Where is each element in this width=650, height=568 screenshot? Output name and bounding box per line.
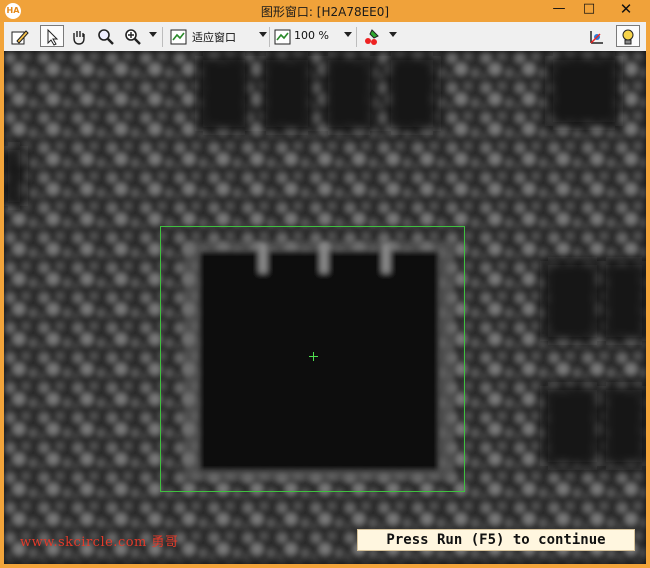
pointer-icon xyxy=(47,28,59,46)
roi-center-crosshair xyxy=(309,352,318,361)
graphics-toolbar: 适应窗口 100 % xyxy=(4,22,646,52)
zoom-level-select[interactable]: 100 % xyxy=(294,29,329,42)
fit-mode-dropdown-arrow-icon[interactable] xyxy=(259,32,267,37)
zoom-dropdown-arrow-icon[interactable] xyxy=(149,32,157,37)
pan-tool-button[interactable] xyxy=(67,25,91,47)
color-tool-button[interactable] xyxy=(360,25,384,47)
hand-icon xyxy=(73,31,85,45)
pencil-icon xyxy=(11,30,29,45)
toolbar-separator xyxy=(269,27,270,47)
toolbar-separator xyxy=(162,27,163,47)
magnifier-tool-button[interactable] xyxy=(94,25,118,47)
magnifier-icon xyxy=(98,29,114,45)
maximize-button[interactable]: □ xyxy=(576,0,602,20)
pointer-tool-button[interactable] xyxy=(40,25,64,47)
axis-icon xyxy=(590,31,603,44)
window-frame-bottom xyxy=(0,564,650,568)
zoom-level-icon-button[interactable] xyxy=(271,25,295,47)
watermark-text: www.skcircle.com 勇哥 xyxy=(20,535,179,550)
color-tool-icon xyxy=(365,29,379,45)
fit-mode-select[interactable]: 适应窗口 xyxy=(192,29,236,45)
fit-window-icon xyxy=(170,29,187,45)
status-message: Press Run (F5) to continue xyxy=(357,529,635,551)
image-canvas[interactable]: www.skcircle.com 勇哥 Press Run (F5) to co… xyxy=(4,51,646,564)
title-bar: HA 图形窗口: [H2A78EE0] — □ ✕ xyxy=(0,0,650,22)
toolbar-separator xyxy=(356,27,357,47)
zoom-in-icon xyxy=(125,29,141,45)
color-dropdown-arrow-icon[interactable] xyxy=(389,32,397,37)
zoom-level-icon xyxy=(274,29,291,45)
zoom-in-tool-button[interactable] xyxy=(121,25,145,47)
fit-mode-icon-button[interactable] xyxy=(167,25,191,47)
zoom-level-dropdown-arrow-icon[interactable] xyxy=(344,32,352,37)
close-button[interactable]: ✕ xyxy=(606,0,646,20)
pencil-tool-button[interactable] xyxy=(8,25,32,47)
lightbulb-tool-button[interactable] xyxy=(616,25,640,47)
axis-tool-button[interactable] xyxy=(584,25,608,47)
lightbulb-icon xyxy=(622,29,634,45)
minimize-button[interactable]: — xyxy=(546,0,572,20)
